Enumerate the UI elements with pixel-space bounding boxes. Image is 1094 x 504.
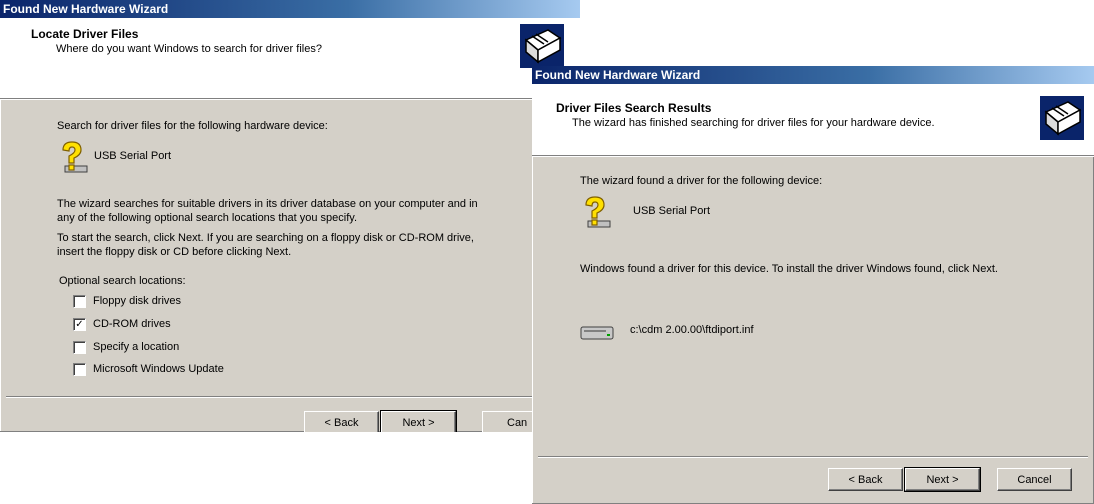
floppy-checkbox[interactable] <box>73 295 86 308</box>
cdrom-checkbox-label: CD-ROM drives <box>93 318 171 330</box>
floppy-checkbox-label: Floppy disk drives <box>93 295 182 307</box>
next-button[interactable]: Next > <box>904 467 981 492</box>
header-subtitle: The wizard has finished searching for dr… <box>572 117 935 129</box>
cancel-button[interactable]: Cancel <box>997 468 1072 491</box>
header-subtitle: Where do you want Windows to search for … <box>56 43 322 55</box>
header-title: Locate Driver Files <box>31 27 139 41</box>
question-hardware-icon <box>62 141 88 173</box>
device-name: USB Serial Port <box>633 205 711 217</box>
back-button[interactable]: < Back <box>304 411 379 432</box>
button-separator <box>6 396 574 398</box>
specify-location-checkbox[interactable] <box>73 341 86 354</box>
button-separator <box>538 456 1088 458</box>
info-line-4: insert the floppy disk or CD before clic… <box>57 246 292 258</box>
specify-location-checkbox-label: Specify a location <box>93 341 180 353</box>
next-button[interactable]: Next > <box>380 410 457 432</box>
wizard-header: Driver Files Search Results The wizard h… <box>532 84 1094 156</box>
search-results-wizard-window: Found New Hardware Wizard Driver Files S… <box>532 66 1094 504</box>
cdrom-checkbox[interactable]: ✓ <box>73 318 86 331</box>
windows-update-checkbox-label: Microsoft Windows Update <box>93 363 224 375</box>
device-name: USB Serial Port <box>94 150 172 162</box>
window-title[interactable]: Found New Hardware Wizard <box>0 0 580 18</box>
found-driver-text: The wizard found a driver for the follow… <box>580 175 823 187</box>
info-line-3: To start the search, click Next. If you … <box>57 232 474 244</box>
search-intro-text: Search for driver files for the followin… <box>57 120 328 132</box>
window-title[interactable]: Found New Hardware Wizard <box>532 66 1094 84</box>
wizard-header: Locate Driver Files Where do you want Wi… <box>0 18 580 99</box>
back-button[interactable]: < Back <box>828 468 903 491</box>
drive-icon <box>580 326 614 340</box>
driver-file-path: c:\cdm 2.00.00\ftdiport.inf <box>630 324 754 336</box>
hardware-wizard-icon <box>1040 96 1084 140</box>
header-title: Driver Files Search Results <box>556 101 712 115</box>
question-hardware-icon <box>585 196 611 228</box>
windows-update-checkbox[interactable] <box>73 363 86 376</box>
install-instruction-text: Windows found a driver for this device. … <box>580 263 998 275</box>
locate-driver-wizard-window: Found New Hardware Wizard Locate Driver … <box>0 0 580 432</box>
info-line-2: any of the following optional search loc… <box>57 212 358 224</box>
hardware-wizard-icon <box>520 24 564 68</box>
optional-locations-label: Optional search locations: <box>59 275 186 287</box>
info-line-1: The wizard searches for suitable drivers… <box>57 198 478 210</box>
